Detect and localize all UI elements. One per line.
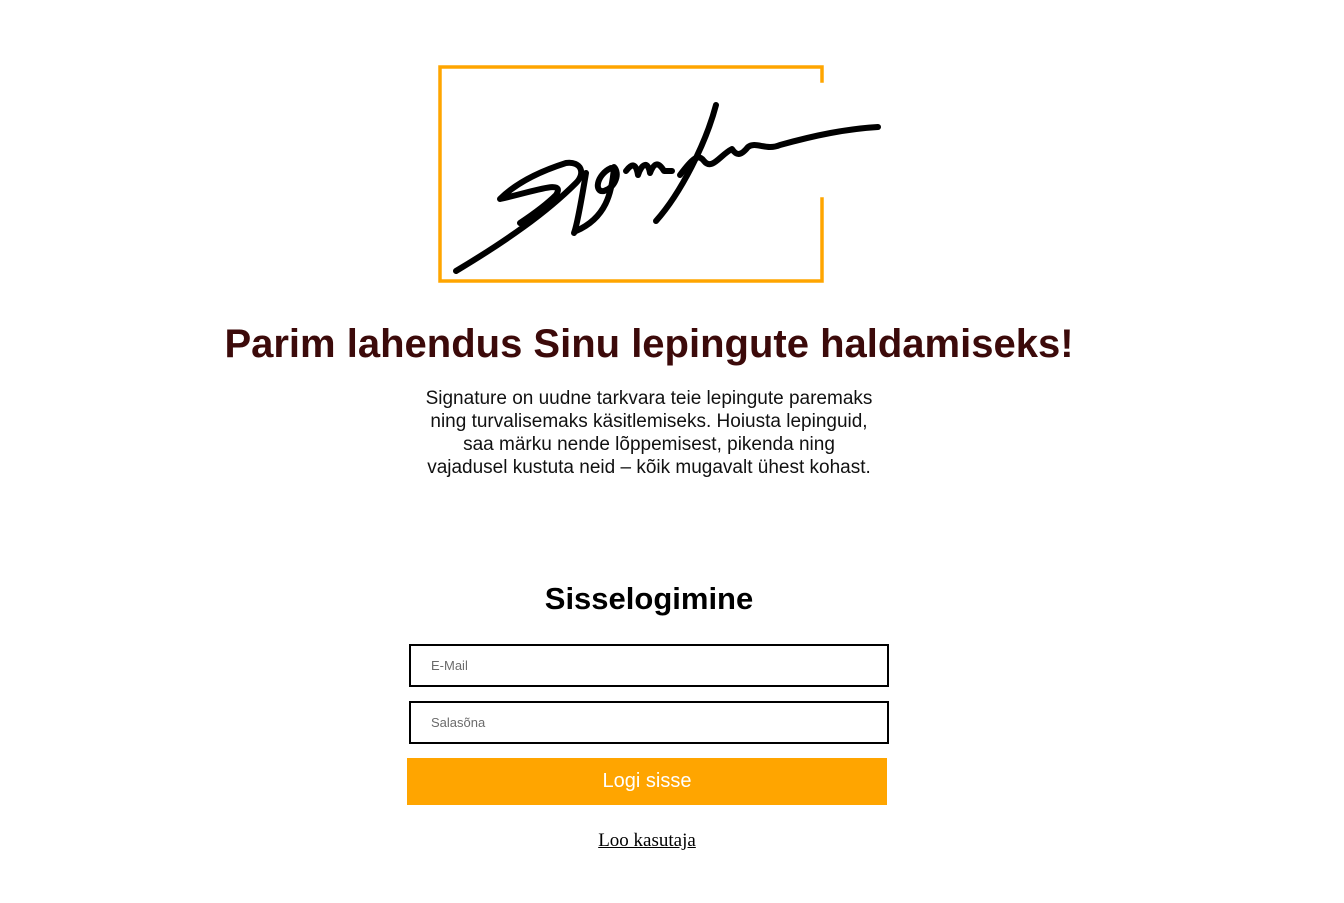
signature-logo (436, 63, 884, 287)
create-account-link[interactable]: Loo kasutaja (0, 830, 1294, 852)
password-field[interactable] (409, 701, 889, 744)
login-button[interactable]: Logi sisse (407, 758, 887, 805)
email-field[interactable] (409, 644, 889, 687)
product-description: Signature on uudne tarkvara teie lepingu… (425, 388, 873, 478)
login-title: Sisselogimine (544, 581, 754, 616)
page-headline: Parim lahendus Sinu lepingute haldamisek… (224, 322, 1074, 366)
